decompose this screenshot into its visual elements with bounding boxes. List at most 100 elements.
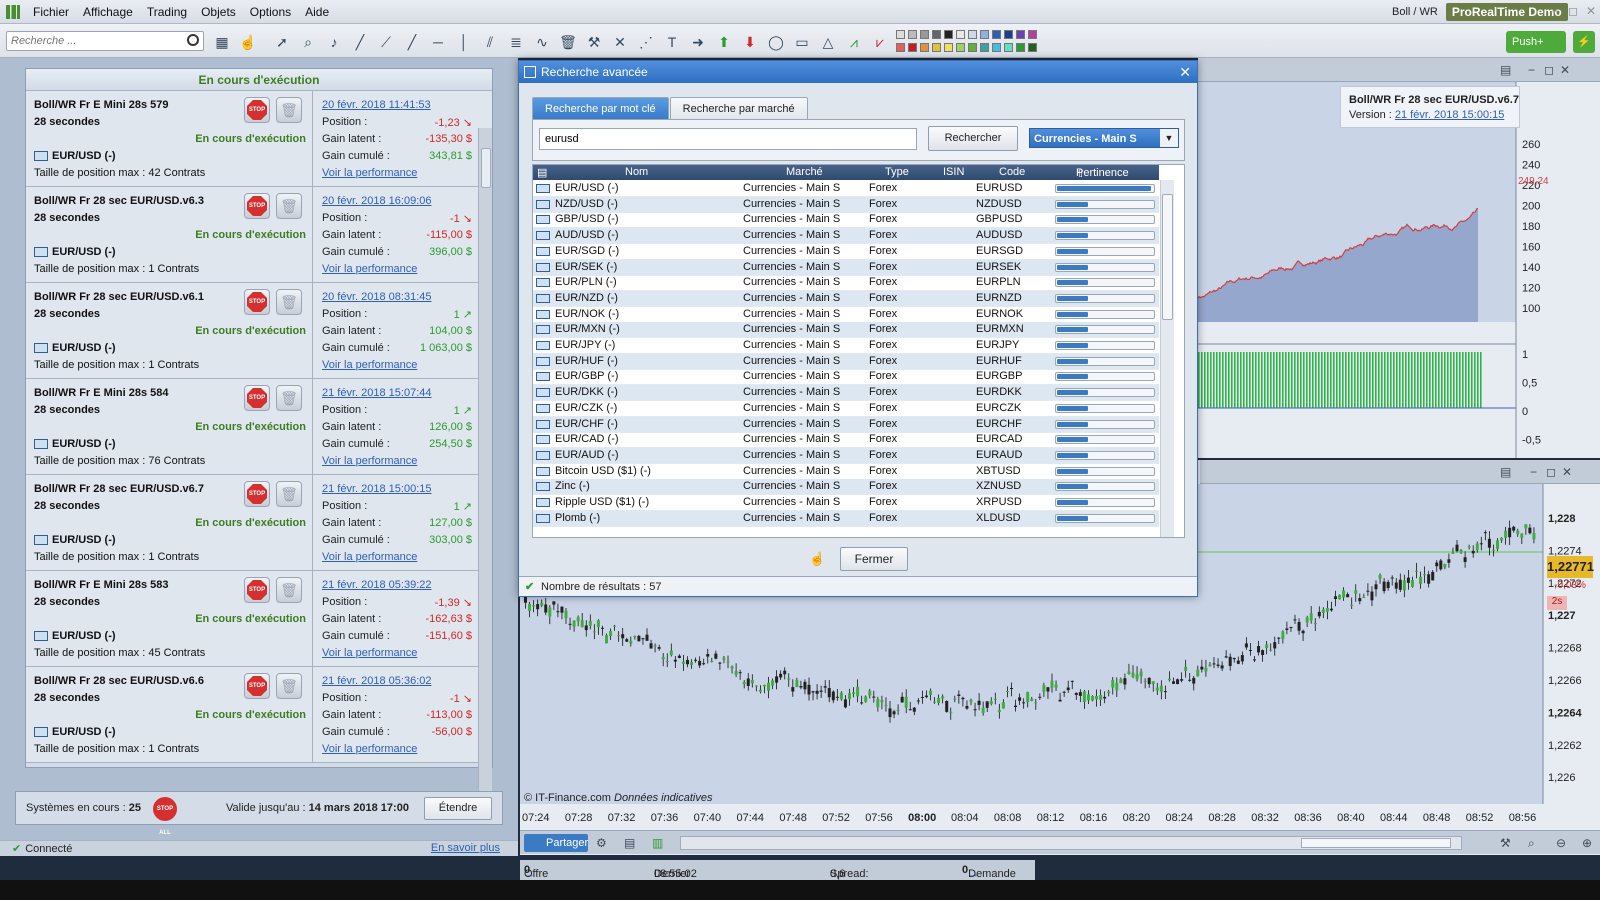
zoom-fit-icon[interactable]: ⌕ xyxy=(1528,836,1535,851)
result-row[interactable]: EUR/NOK (-) Currencies - Main S Forex EURNO… xyxy=(533,307,1159,323)
stop-system-button[interactable]: STOP xyxy=(244,577,270,603)
close-icon[interactable]: ✕ xyxy=(1562,465,1572,479)
result-row[interactable]: EUR/PLN (-) Currencies - Main S Forex EURPL… xyxy=(533,275,1159,292)
view-performance-link[interactable]: Voir la performance xyxy=(322,167,417,179)
color-swatch[interactable] xyxy=(944,43,953,52)
color-swatch[interactable] xyxy=(1004,43,1013,52)
fibonacci-icon[interactable]: ≣ xyxy=(506,32,526,52)
chart-scrollbar[interactable] xyxy=(680,836,1462,850)
color-swatch[interactable] xyxy=(896,30,905,39)
trendline-icon[interactable]: ╱ xyxy=(402,32,422,52)
trash-icon[interactable]: 🗑 xyxy=(276,481,302,507)
indicator-red-icon[interactable]: ⩗ xyxy=(870,32,890,52)
color-swatch[interactable] xyxy=(920,43,929,52)
volume-icon[interactable]: ▥ xyxy=(652,836,663,850)
minimize-icon[interactable]: − xyxy=(1530,465,1537,479)
new-chart-icon[interactable]: ▦ xyxy=(212,32,232,52)
trash-icon[interactable]: 🗑 xyxy=(276,577,302,603)
result-row[interactable]: Ripple USD ($1) (-) Currencies - Main S Fo… xyxy=(533,495,1159,511)
chart-scroll-thumb[interactable] xyxy=(1301,838,1451,848)
results-scroll-thumb[interactable] xyxy=(1162,194,1173,320)
result-row[interactable]: EUR/CHF (-) Currencies - Main S Forex EURCH… xyxy=(533,416,1159,433)
horizontal-line-icon[interactable]: ─ xyxy=(428,32,448,52)
color-swatch[interactable] xyxy=(956,43,965,52)
color-swatch[interactable] xyxy=(896,43,905,52)
indicators-icon[interactable]: ⚙ xyxy=(596,836,607,850)
result-row[interactable]: EUR/AUD (-) Currencies - Main S Forex EURAU… xyxy=(533,447,1159,464)
color-swatch[interactable] xyxy=(932,30,941,39)
zoom-in-icon[interactable]: ⊕ xyxy=(1582,836,1592,850)
text-icon[interactable]: T xyxy=(662,32,682,52)
color-swatch[interactable] xyxy=(908,43,917,52)
cursor-icon[interactable]: ➚ xyxy=(272,32,292,52)
zoom-icon[interactable]: ⌕ xyxy=(298,32,318,52)
chevron-down-icon[interactable]: ▼ xyxy=(1160,129,1178,147)
menu-fichier[interactable]: Fichier xyxy=(26,0,76,24)
connection-icon[interactable]: ⚡ xyxy=(1573,31,1595,53)
system-date-link[interactable]: 20 févr. 2018 16:09:06 xyxy=(322,195,431,207)
result-row[interactable]: AUD/USD (-) Currencies - Main S Forex AUDUS… xyxy=(533,228,1159,245)
search-button[interactable]: Rechercher xyxy=(928,126,1018,151)
result-row[interactable]: NZD/USD (-) Currencies - Main S Forex NZDUS… xyxy=(533,196,1159,213)
maximize-icon[interactable]: ◻ xyxy=(1544,63,1554,77)
system-date-link[interactable]: 20 févr. 2018 08:31:45 xyxy=(322,291,431,303)
share-button[interactable]: Partager xyxy=(524,834,588,852)
color-swatch[interactable] xyxy=(944,30,953,39)
results-scrollbar[interactable] xyxy=(1160,180,1174,537)
extend-button[interactable]: Étendre xyxy=(424,797,492,820)
help-pointer-icon[interactable]: ☝ xyxy=(809,551,825,567)
menu-trading[interactable]: Trading xyxy=(140,0,194,24)
stop-system-button[interactable]: STOP xyxy=(244,481,270,507)
result-row[interactable]: Zinc (-) Currencies - Main S Forex XZNUSD xyxy=(533,479,1159,496)
arrow-up-icon[interactable]: ⬆ xyxy=(714,32,734,52)
indicator-icon[interactable]: ⩘ xyxy=(844,32,864,52)
menu-affichage[interactable]: Affichage xyxy=(76,0,140,24)
color-swatch[interactable] xyxy=(1028,30,1037,39)
chart-settings-icon[interactable]: ▤ xyxy=(1500,465,1511,479)
result-row[interactable]: EUR/USD (-) Currencies - Main S Forex EURUS… xyxy=(533,181,1159,197)
vertical-line-icon[interactable]: │ xyxy=(454,32,474,52)
stop-system-button[interactable]: STOP xyxy=(244,385,270,411)
push-button[interactable]: Push+ xyxy=(1506,31,1566,53)
color-swatch[interactable] xyxy=(968,43,977,52)
result-row[interactable]: EUR/CAD (-) Currencies - Main S Forex EURCA… xyxy=(533,432,1159,449)
menu-options[interactable]: Options xyxy=(243,0,298,24)
result-row[interactable]: GBP/USD (-) Currencies - Main S Forex GBPUS… xyxy=(533,212,1159,229)
result-row[interactable]: EUR/SEK (-) Currencies - Main S Forex EURSE… xyxy=(533,259,1159,276)
column-market[interactable]: Marché xyxy=(786,166,823,178)
rectangle-icon[interactable]: ▭ xyxy=(792,32,812,52)
trash-icon[interactable]: 🗑 xyxy=(276,193,302,219)
system-date-link[interactable]: 21 févr. 2018 05:39:22 xyxy=(322,579,431,591)
triangle-icon[interactable]: △ xyxy=(818,32,838,52)
market-select[interactable]: Currencies - Main S ▼ xyxy=(1029,128,1179,148)
tab-keyword-search[interactable]: Recherche par mot clé xyxy=(532,97,669,119)
result-row[interactable]: EUR/NZD (-) Currencies - Main S Forex EURNZ… xyxy=(533,290,1159,307)
stop-all-button[interactable]: STOP ALL xyxy=(153,797,177,836)
window-close-icon[interactable]: ✕ xyxy=(1584,4,1598,18)
color-swatch[interactable] xyxy=(992,30,1001,39)
system-date-link[interactable]: 21 févr. 2018 05:36:02 xyxy=(322,675,431,687)
alert-bell-icon[interactable]: ♪ xyxy=(324,32,344,52)
arrow-right-icon[interactable]: ➜ xyxy=(688,32,708,52)
fan-icon[interactable]: ⋰ xyxy=(636,32,656,52)
color-swatch[interactable] xyxy=(920,30,929,39)
color-swatch[interactable] xyxy=(1016,30,1025,39)
view-performance-link[interactable]: Voir la performance xyxy=(322,359,417,371)
view-performance-link[interactable]: Voir la performance xyxy=(322,647,417,659)
color-swatch[interactable] xyxy=(1028,43,1037,52)
help-pointer-icon[interactable]: ☝ xyxy=(238,32,258,52)
dialog-close-icon[interactable]: ✕ xyxy=(1179,61,1191,83)
color-swatch[interactable] xyxy=(992,43,1001,52)
minimize-icon[interactable]: − xyxy=(1528,63,1535,77)
menu-objets[interactable]: Objets xyxy=(194,0,243,24)
channel-icon[interactable]: ⫽ xyxy=(480,32,500,52)
column-name[interactable]: Nom xyxy=(625,166,648,178)
wave-icon[interactable]: ∿ xyxy=(532,32,552,52)
view-performance-link[interactable]: Voir la performance xyxy=(322,455,417,467)
trash-icon[interactable]: 🗑 xyxy=(276,385,302,411)
system-date-link[interactable]: 21 févr. 2018 15:07:44 xyxy=(322,387,431,399)
ruler-icon[interactable]: ╱ xyxy=(350,32,370,52)
color-swatch[interactable] xyxy=(980,30,989,39)
color-swatch[interactable] xyxy=(1004,30,1013,39)
result-row[interactable]: EUR/SGD (-) Currencies - Main S Forex EURSG… xyxy=(533,244,1159,260)
